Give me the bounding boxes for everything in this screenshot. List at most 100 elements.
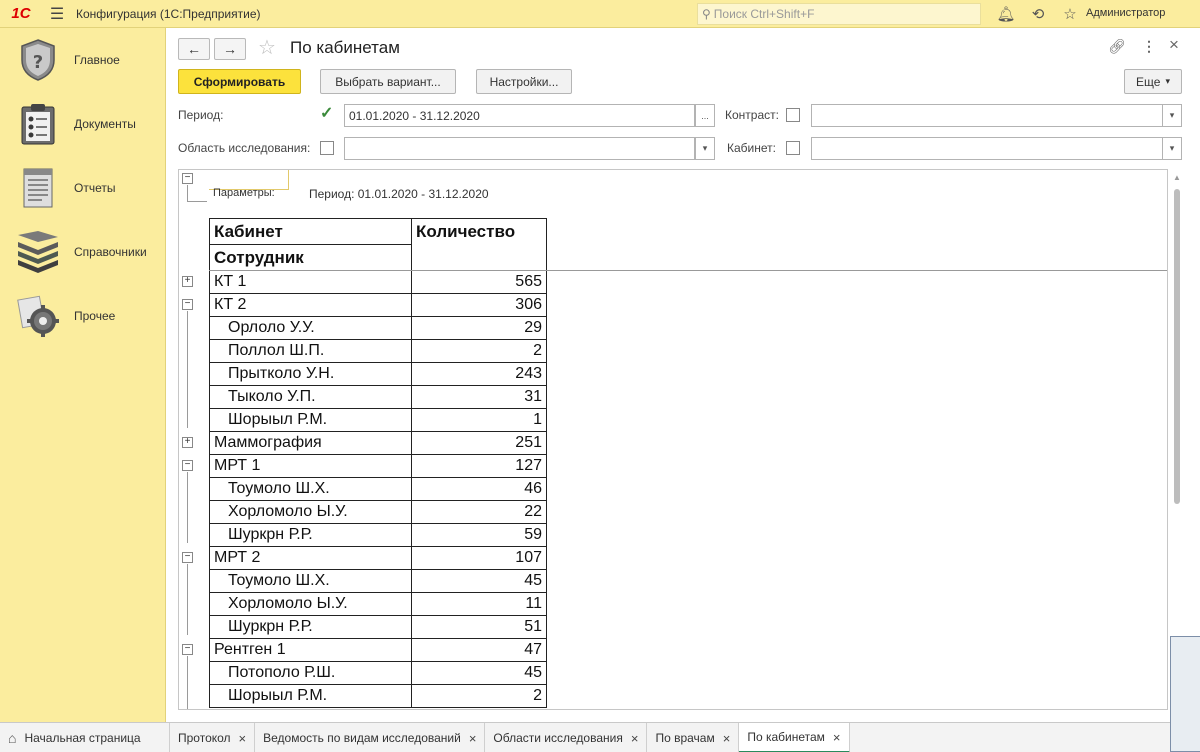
main-area: ← → ☆ По кабинетам 🔗︎ ⋮ × Сформировать В… <box>166 28 1200 722</box>
close-icon[interactable]: × <box>631 731 639 746</box>
close-icon[interactable]: × <box>1169 35 1179 55</box>
expand-icon[interactable]: + <box>182 437 193 448</box>
row-name: Шуркрн Р.Р. <box>209 523 412 547</box>
back-button[interactable]: ← <box>178 38 210 60</box>
area-checkbox[interactable] <box>320 141 334 155</box>
sidebar-item-reports[interactable]: Отчеты <box>0 156 165 220</box>
collapse-icon[interactable]: − <box>182 460 193 471</box>
sidebar-item-other[interactable]: Прочее <box>0 284 165 348</box>
table-row[interactable]: Тыколо У.П. 31 <box>209 385 547 409</box>
expand-icon[interactable]: + <box>182 276 193 287</box>
row-count: 22 <box>411 500 547 524</box>
sidebar-item-main[interactable]: ? Главное <box>0 28 165 92</box>
row-name: Орлоло У.У. <box>209 316 412 340</box>
tab-doctors[interactable]: По врачам × <box>647 723 740 752</box>
link-icon[interactable]: 🔗︎ <box>1108 38 1126 55</box>
overlapping-window-edge[interactable] <box>1170 636 1200 752</box>
app-title: Конфигурация (1С:Предприятие) <box>76 6 261 21</box>
table-row[interactable]: Прытколо У.Н. 243 <box>209 362 547 386</box>
close-icon[interactable]: × <box>469 731 477 746</box>
scroll-up-icon[interactable]: ▲ <box>1173 173 1181 182</box>
choose-variant-button[interactable]: Выбрать вариант... <box>320 69 456 94</box>
generate-button[interactable]: Сформировать <box>178 69 301 94</box>
table-row[interactable]: Шорыыл Р.М. 2 <box>209 684 547 708</box>
page-title: По кабинетам <box>290 38 400 57</box>
table-row[interactable]: Шуркрн Р.Р. 59 <box>209 523 547 547</box>
tab-by-cabinets[interactable]: По кабинетам × <box>739 723 850 752</box>
shield-icon: ? <box>16 38 60 82</box>
star-icon[interactable]: ☆ <box>1054 5 1086 23</box>
period-select-button[interactable]: ... <box>695 104 715 127</box>
bell-icon[interactable]: 🔔︎ <box>990 5 1022 23</box>
row-name: Тоумоло Ш.Х. <box>209 477 412 501</box>
table-row[interactable]: Рентген 1 47 <box>209 638 547 662</box>
tab-protocol[interactable]: Протокол × <box>170 723 256 752</box>
table-row[interactable]: Шуркрн Р.Р. 51 <box>209 615 547 639</box>
collapse-icon[interactable]: − <box>182 299 193 310</box>
area-field[interactable] <box>344 137 695 160</box>
tab-statement[interactable]: Ведомость по видам исследований × <box>255 723 486 752</box>
table-row[interactable]: Потополо Р.Ш. 45 <box>209 661 547 685</box>
table-row[interactable]: МРТ 2 107 <box>209 546 547 570</box>
scrollbar-thumb[interactable] <box>1174 189 1180 504</box>
contrast-field[interactable] <box>811 104 1163 127</box>
col-count: Количество <box>411 218 547 245</box>
collapse-icon[interactable]: − <box>182 644 193 655</box>
username[interactable]: Администратор <box>1086 7 1165 19</box>
row-name: Тоумоло Ш.Х. <box>209 569 412 593</box>
top-bar: 1С ☰ Конфигурация (1С:Предприятие) ⚲ Пои… <box>0 0 1200 28</box>
table-row[interactable]: Маммография 251 <box>209 431 547 455</box>
vertical-scrollbar[interactable]: ▲ <box>1169 169 1185 710</box>
collapse-params-icon[interactable]: − <box>182 173 193 184</box>
app-logo[interactable]: 1С <box>0 0 42 28</box>
row-name: МРТ 1 <box>209 454 412 478</box>
area-dropdown-button[interactable]: ▾ <box>695 137 715 160</box>
table-row[interactable]: МРТ 1 127 <box>209 454 547 478</box>
favorite-star-icon[interactable]: ☆ <box>258 35 276 60</box>
table-row[interactable]: Хорломоло Ы.У. 11 <box>209 592 547 616</box>
row-name: Рентген 1 <box>209 638 412 662</box>
cabinet-field[interactable] <box>811 137 1163 160</box>
collapse-icon[interactable]: − <box>182 552 193 563</box>
menu-icon[interactable]: ☰ <box>42 0 72 28</box>
table-row[interactable]: Тоумоло Ш.Х. 45 <box>209 569 547 593</box>
close-icon[interactable]: × <box>239 731 247 746</box>
row-count: 306 <box>411 293 547 317</box>
contrast-checkbox[interactable] <box>786 108 800 122</box>
table-row[interactable]: Орлоло У.У. 29 <box>209 316 547 340</box>
table-row[interactable]: Тоумоло Ш.Х. 46 <box>209 477 547 501</box>
period-checkbox[interactable]: ✓ <box>319 106 333 122</box>
sidebar-item-catalogs[interactable]: Справочники <box>0 220 165 284</box>
cabinet-checkbox[interactable] <box>786 141 800 155</box>
contrast-dropdown-button[interactable]: ▾ <box>1162 104 1182 127</box>
tab-label: Ведомость по видам исследований <box>263 731 461 745</box>
period-field[interactable]: 01.01.2020 - 31.12.2020 <box>344 104 695 127</box>
col-cabinet: Кабинет <box>209 218 412 245</box>
svg-text:?: ? <box>33 52 43 73</box>
search-input[interactable]: ⚲ Поиск Ctrl+Shift+F <box>697 3 981 25</box>
close-icon[interactable]: × <box>833 730 841 745</box>
params-value: Период: 01.01.2020 - 31.12.2020 <box>309 187 489 201</box>
forward-button[interactable]: → <box>214 38 246 60</box>
cabinet-dropdown-button[interactable]: ▾ <box>1162 137 1182 160</box>
table-row[interactable]: Поллол Ш.П. 2 <box>209 339 547 363</box>
table-row[interactable]: КТ 2 306 <box>209 293 547 317</box>
row-name: Потополо Р.Ш. <box>209 661 412 685</box>
tab-areas[interactable]: Области исследования × <box>485 723 648 752</box>
tree-line <box>187 656 188 709</box>
row-count: 1 <box>411 408 547 432</box>
tab-home[interactable]: ⌂ Начальная страница <box>0 723 170 752</box>
sidebar-item-label: Документы <box>74 117 136 131</box>
sidebar-item-documents[interactable]: Документы <box>0 92 165 156</box>
close-icon[interactable]: × <box>723 731 731 746</box>
table-row[interactable]: Хорломоло Ы.У. 22 <box>209 500 547 524</box>
more-button[interactable]: Еще ▾ <box>1124 69 1182 94</box>
home-icon: ⌂ <box>8 730 17 746</box>
more-vertical-icon[interactable]: ⋮ <box>1142 38 1156 55</box>
history-icon[interactable]: ⟲ <box>1022 5 1054 23</box>
sidebar-item-label: Отчеты <box>74 181 116 195</box>
table-row[interactable]: Шорыыл Р.М. 1 <box>209 408 547 432</box>
table-row[interactable]: КТ 1 565 <box>209 270 547 294</box>
report-document[interactable]: − Параметры: Период: 01.01.2020 - 31.12.… <box>178 169 1168 710</box>
settings-button[interactable]: Настройки... <box>476 69 572 94</box>
